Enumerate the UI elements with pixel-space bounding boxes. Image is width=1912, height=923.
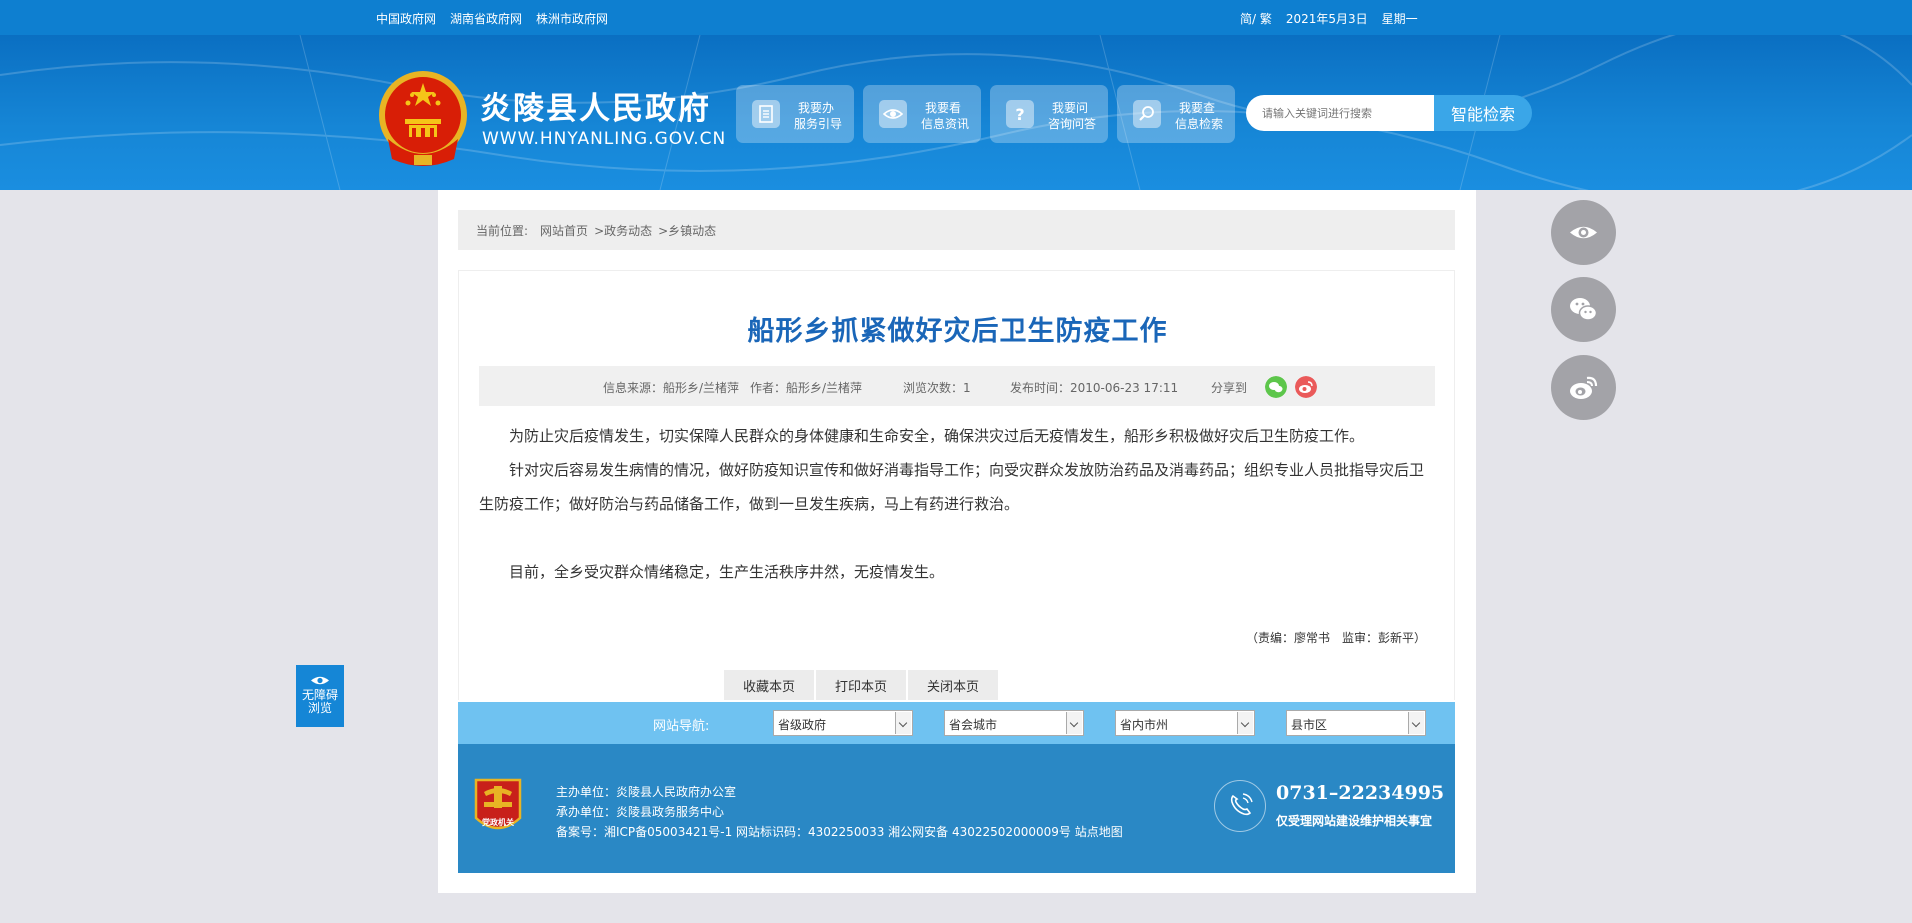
article-meta: 信息来源：船形乡/兰楮萍 作者：船形乡/兰楮萍 浏览次数：1 发布时间：2010… [479,366,1435,406]
top-links: 中国政府网 湖南省政府网 株洲市政府网 [376,10,608,27]
service-handle-button[interactable]: 我要办 服务引导 [736,85,854,143]
footer-record: 备案号：湘ICP备05003421号-1 网站标识码：4302250033 湘公… [556,825,1123,839]
top-bar: 中国政府网 湖南省政府网 株洲市政府网 简/ 繁 2021年5月3日 星期一 [0,0,1912,35]
phone-icon [1214,780,1266,832]
search-box: 智能检索 [1246,95,1532,131]
svg-text:?: ? [1015,105,1024,124]
breadcrumb-home[interactable]: 网站首页 [540,222,588,239]
wechat-icon [1570,298,1598,321]
link-hunan-gov[interactable]: 湖南省政府网 [450,10,522,27]
breadcrumb-town-news[interactable]: >乡镇动态 [658,222,716,239]
article-title: 船形乡抓紧做好灾后卫生防疫工作 [747,316,1168,347]
chevron-down-icon [1408,712,1424,734]
select-county[interactable]: 县市区 [1286,710,1426,736]
smart-search-button[interactable]: 智能检索 [1434,95,1532,131]
close-page-button[interactable]: 关闭本页 [908,670,998,700]
float-wechat-button[interactable] [1551,277,1616,342]
wechat-share-icon[interactable] [1265,376,1287,398]
meta-views: 浏览次数：1 [903,381,971,395]
eye-icon [879,100,907,128]
chevron-down-icon [1237,712,1253,734]
article-paragraph: 目前，全乡受灾群众情绪稳定，生产生活秩序井然，无疫情发生。 [509,563,945,581]
site-url: WWW.HNYANLING.GOV.CN [482,129,727,149]
chevron-down-icon [895,712,911,734]
current-weekday: 星期一 [1381,12,1418,26]
link-zhuzhou-gov[interactable]: 株洲市政府网 [536,10,608,27]
chevron-down-icon [1066,712,1082,734]
document-icon [752,100,780,128]
accessibility-button[interactable]: 无障碍 浏览 [296,665,344,727]
bookmark-page-button[interactable]: 收藏本页 [724,670,814,700]
site-title: 炎陵县人民政府 [480,91,711,127]
select-value: 县市区 [1291,718,1328,732]
service-search-button[interactable]: 我要查 信息检索 [1117,85,1235,143]
select-prefecture[interactable]: 省内市州 [1115,710,1255,736]
weibo-icon [1570,376,1598,399]
service-line2: 咨询问答 [1048,117,1097,131]
select-value: 省会城市 [949,718,998,732]
link-china-gov[interactable]: 中国政府网 [376,10,436,27]
header: 炎陵县人民政府 WWW.HNYANLING.GOV.CN 我要办 服务引导 我要… [0,35,1912,190]
footer-info: 主办单位：炎陵县人民政府办公室 承办单位：炎陵县政务服务中心 备案号：湘ICP备… [556,782,1123,842]
question-icon: ? [1006,100,1034,128]
breadcrumb-gov-news[interactable]: >政务动态 [594,222,652,239]
article-paragraph: 为防止灾后疫情发生，切实保障人民群众的身体健康和生命安全，确保洪灾过后无疫情发生… [509,427,1365,445]
page-actions: 收藏本页 打印本页 关闭本页 [724,670,998,700]
footer: 党政机关 主办单位：炎陵县人民政府办公室 承办单位：炎陵县政务服务中心 备案号：… [458,744,1455,873]
search-input[interactable] [1246,95,1436,131]
select-value: 省内市州 [1120,718,1169,732]
service-line2: 信息检索 [1175,117,1224,131]
service-line2: 信息资讯 [921,117,970,131]
lang-switch[interactable]: 简/ 繁 [1240,10,1272,27]
site-navigation: 网站导航: 省级政府 省会城市 省内市州 县市区 [458,702,1455,744]
meta-author: 作者：船形乡/兰楮萍 [750,381,863,395]
article: 船形乡抓紧做好灾后卫生防疫工作 信息来源：船形乡/兰楮萍 作者：船形乡/兰楮萍 … [458,270,1455,700]
eye-icon [311,676,329,685]
accessibility-line2: 浏览 [307,701,332,715]
service-line1: 我要办 [798,101,835,115]
search-icon [1133,100,1161,128]
service-view-button[interactable]: 我要看 信息资讯 [863,85,981,143]
site-nav-label: 网站导航: [653,719,710,734]
eye-icon [1570,226,1597,239]
party-gov-badge-icon[interactable]: 党政机关 [472,776,524,838]
article-paragraph: 针对灾后容易发生病情的情况，做好防疫知识宣传和做好消毒指导工作；向受灾群众发放防… [479,461,1425,513]
badge-label: 党政机关 [482,817,514,827]
current-date: 2021年5月3日 [1285,12,1368,26]
breadcrumb: 当前位置: 网站首页 >政务动态 >乡镇动态 [458,210,1455,250]
meta-published: 发布时间：2010-06-23 17:11 [1010,381,1179,395]
select-provincial-capital[interactable]: 省会城市 [944,710,1084,736]
footer-phone-note: 仅受理网站建设维护相关事宜 [1276,814,1433,828]
service-line1: 我要看 [925,101,962,115]
service-line1: 我要问 [1052,101,1089,115]
service-line1: 我要查 [1179,101,1216,115]
footer-sponsor: 主办单位：炎陵县人民政府办公室 [556,785,737,799]
select-value: 省级政府 [778,718,827,732]
service-line2: 服务引导 [794,117,843,131]
footer-phone: 0731–22234995 [1276,782,1445,804]
national-emblem-icon [379,71,467,166]
service-ask-button[interactable]: ? 我要问 咨询问答 [990,85,1108,143]
editor-credit: （责编：廖常书 监审：彭新平） [1245,631,1426,645]
breadcrumb-prefix: 当前位置: [476,223,529,238]
article-body: 为防止灾后疫情发生，切实保障人民群众的身体健康和生命安全，确保洪灾过后无疫情发生… [479,419,1431,589]
float-weibo-button[interactable] [1551,355,1616,420]
meta-share-label: 分享到 [1211,381,1248,395]
select-provincial-gov[interactable]: 省级政府 [773,710,913,736]
float-view-button[interactable] [1551,200,1616,265]
footer-organizer: 承办单位：炎陵县政务服务中心 [556,805,725,819]
print-page-button[interactable]: 打印本页 [816,670,906,700]
meta-source: 信息来源：船形乡/兰楮萍 [603,381,740,395]
weibo-share-icon[interactable] [1295,376,1317,398]
